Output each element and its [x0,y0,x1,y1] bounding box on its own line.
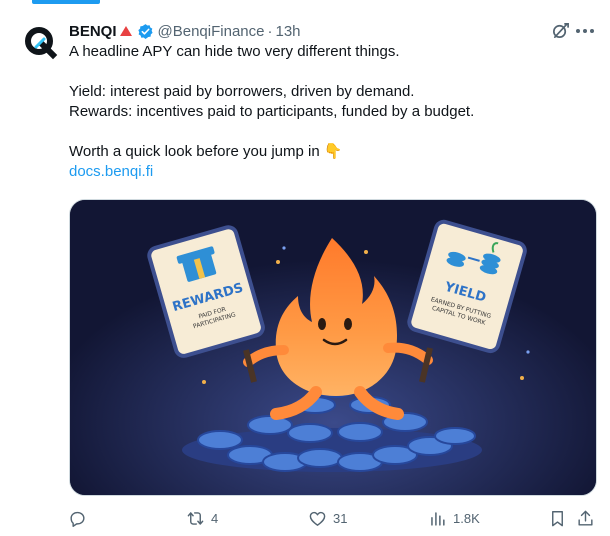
top-accent-bar [32,0,100,4]
bookmark-button[interactable] [548,503,567,533]
share-icon [578,510,593,526]
text-line: Rewards: incentives paid to participants… [69,103,475,120]
analytics-icon [431,511,445,526]
repost-button[interactable]: 4 [186,503,218,533]
grok-icon[interactable] [551,21,570,40]
author-handle[interactable]: @BenqiFinance [158,23,265,40]
like-button[interactable]: 31 [308,503,347,533]
text-line-blank [69,122,589,142]
author-name[interactable]: BENQI [69,23,117,40]
separator-dot: · [267,22,273,40]
like-count: 31 [333,510,348,526]
red-triangle-icon [119,26,132,36]
tweet-header: BENQI @BenqiFinance · 13h [69,21,301,41]
tweet-text: A headline APY can hide two very differe… [69,42,589,182]
reply-button[interactable] [68,503,93,533]
docs-link[interactable]: docs.benqi.fi [69,163,153,180]
illustration: REWARDS PAID FOR PARTICIPATING YIELD EAR… [70,200,596,495]
verified-badge-icon [137,23,153,39]
more-icon[interactable] [574,21,596,41]
text-line-blank [69,62,589,82]
heart-icon [309,511,326,526]
avatar[interactable] [20,22,60,62]
media-image[interactable]: REWARDS PAID FOR PARTICIPATING YIELD EAR… [69,199,597,496]
text-line: Yield: interest paid by borrowers, drive… [69,83,415,100]
reply-icon [70,511,85,527]
share-button[interactable] [576,503,595,533]
view-count: 1.8K [453,510,480,526]
benqi-logo-icon [25,27,58,60]
repost-icon [187,511,204,525]
repost-count: 4 [211,510,219,526]
timestamp[interactable]: 13h [275,23,300,40]
text-line: A headline APY can hide two very differe… [69,43,400,60]
bookmark-icon [552,510,563,526]
text-line: Worth a quick look before you jump in 👇 [69,143,343,160]
tweet-actions: 4 31 1.8K [0,503,610,533]
views-button[interactable]: 1.8K [428,503,480,533]
